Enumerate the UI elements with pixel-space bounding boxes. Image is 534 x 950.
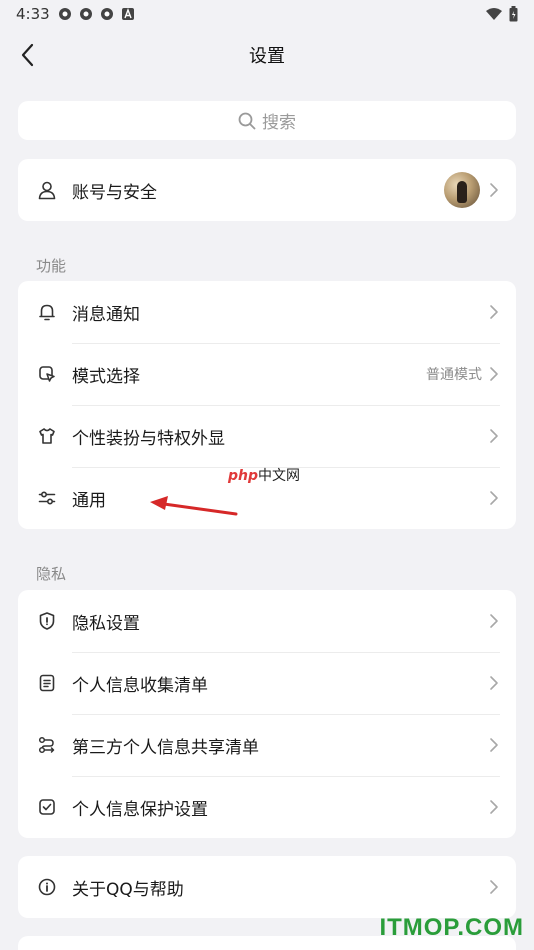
info-protection-label: 个人信息保护设置 <box>72 799 208 820</box>
about-card: 关于QQ与帮助 <box>18 856 516 918</box>
chevron-right-icon <box>488 366 500 382</box>
mode-select-item[interactable]: 模式选择 普通模式 <box>18 343 516 405</box>
personalize-item[interactable]: 个性装扮与特权外显 <box>18 405 516 467</box>
site-watermark: ITMOP.COM <box>379 914 524 941</box>
chevron-right-icon <box>488 613 500 629</box>
shirt-icon <box>36 425 58 447</box>
status-bar: 4:33 <box>0 0 534 28</box>
third-party-sharing-item[interactable]: 第三方个人信息共享清单 <box>18 714 516 776</box>
back-button[interactable] <box>12 40 42 70</box>
third-party-sharing-label: 第三方个人信息共享清单 <box>72 737 259 758</box>
info-collection-item[interactable]: 个人信息收集清单 <box>18 652 516 714</box>
about-help-label: 关于QQ与帮助 <box>72 879 184 900</box>
privacy-card: 隐私设置 个人信息收集清单 第三方个人信息共享清单 个人信息保护设置 <box>18 590 516 838</box>
notification-icons <box>58 7 135 21</box>
general-label: 通用 <box>72 490 106 511</box>
search-placeholder: 搜索 <box>262 113 296 133</box>
bell-icon <box>36 301 58 323</box>
share-flow-icon <box>36 734 58 756</box>
chevron-right-icon <box>488 428 500 444</box>
wifi-icon <box>486 8 502 20</box>
app-notification-icon <box>100 8 113 20</box>
section-title-features: 功能 <box>36 257 67 275</box>
chevron-right-icon <box>488 799 500 815</box>
message-notification-item[interactable]: 消息通知 <box>18 281 516 343</box>
checkbox-icon <box>36 796 58 818</box>
status-right <box>485 6 518 22</box>
search-icon <box>238 112 256 129</box>
section-title-privacy: 隐私 <box>36 565 67 583</box>
sliders-icon <box>36 487 58 509</box>
info-protection-item[interactable]: 个人信息保护设置 <box>18 776 516 838</box>
info-icon <box>36 876 58 898</box>
status-time: 4:33 <box>16 5 50 23</box>
chevron-right-icon <box>488 737 500 753</box>
user-icon <box>36 179 58 201</box>
a-notification-icon <box>121 8 134 20</box>
chevron-right-icon <box>488 879 500 895</box>
document-icon <box>36 672 58 694</box>
mode-icon <box>36 363 58 385</box>
avatar <box>444 172 480 208</box>
annotation-arrow <box>150 496 238 516</box>
chevron-right-icon <box>488 490 500 506</box>
chevron-right-icon <box>488 304 500 320</box>
nav-bar: 设置 <box>0 32 534 78</box>
account-card: 账号与安全 <box>18 159 516 221</box>
app-notification-icon <box>79 8 92 20</box>
php-watermark: php中文网 <box>228 465 300 485</box>
mode-select-value: 普通模式 <box>426 367 482 383</box>
chevron-right-icon <box>488 675 500 691</box>
privacy-settings-label: 隐私设置 <box>72 613 140 634</box>
battery-icon <box>509 6 518 22</box>
privacy-settings-item[interactable]: 隐私设置 <box>18 590 516 652</box>
account-security-label: 账号与安全 <box>72 182 157 203</box>
app-notification-icon <box>58 8 71 20</box>
search-input[interactable]: 搜索 <box>18 101 516 140</box>
about-help-item[interactable]: 关于QQ与帮助 <box>18 856 516 918</box>
status-left: 4:33 <box>16 5 135 23</box>
personalize-label: 个性装扮与特权外显 <box>72 428 225 449</box>
watermark-suffix: 中文网 <box>258 468 301 484</box>
features-card: 消息通知 模式选择 普通模式 个性装扮与特权外显 通用 <box>18 281 516 529</box>
mode-select-label: 模式选择 <box>72 366 140 387</box>
shield-icon <box>36 610 58 632</box>
watermark-brand: php <box>228 468 259 484</box>
chevron-right-icon <box>488 182 500 198</box>
account-security-item[interactable]: 账号与安全 <box>18 159 516 221</box>
chevron-left-icon <box>21 43 34 67</box>
info-collection-label: 个人信息收集清单 <box>72 675 208 696</box>
page-title: 设置 <box>249 46 285 67</box>
message-notification-label: 消息通知 <box>72 304 140 325</box>
